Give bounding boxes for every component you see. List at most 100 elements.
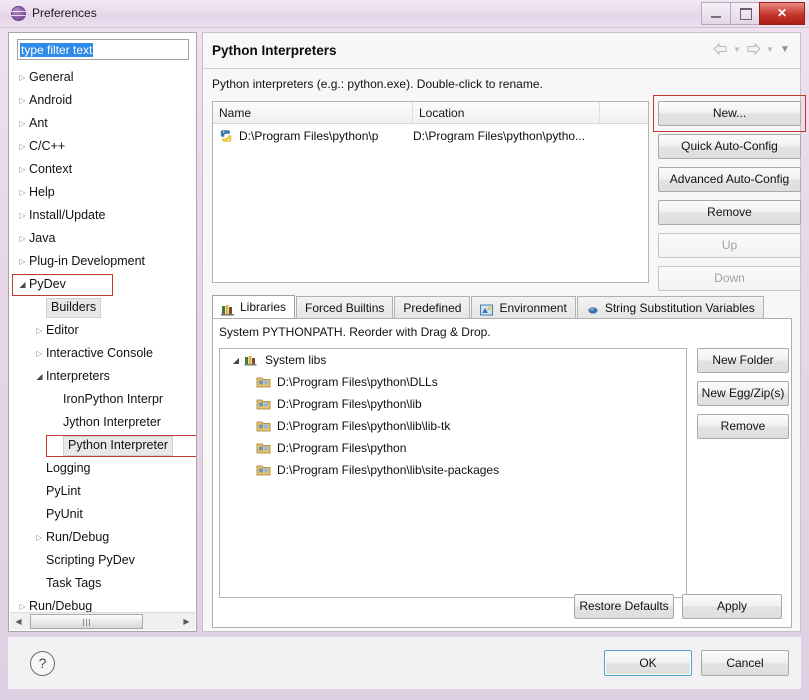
column-header-extra[interactable]	[600, 102, 648, 124]
library-path-item[interactable]: D:\Program Files\python\DLLs	[220, 371, 686, 393]
button-remove[interactable]: Remove	[697, 414, 789, 439]
chevron-down-icon[interactable]: ◢	[33, 365, 46, 388]
close-button[interactable]: ✕	[759, 2, 805, 25]
button-restore-defaults[interactable]: Restore Defaults	[574, 594, 674, 619]
sidebar-item-install-update[interactable]: ▷ Install/Update	[9, 204, 196, 227]
sidebar-horizontal-scrollbar[interactable]: ◀ ▶	[10, 612, 195, 630]
sidebar-item-ant[interactable]: ▷ Ant	[9, 112, 196, 135]
sidebar-item-interpreters[interactable]: ◢ Interpreters	[9, 365, 196, 388]
back-dropdown-icon[interactable]: ▼	[732, 41, 742, 57]
sidebar-item-python-interpreter[interactable]: Python Interpreter	[9, 434, 196, 457]
button-new-egg-zip-s[interactable]: New Egg/Zip(s)	[697, 381, 789, 406]
tab-forced-builtins[interactable]: Forced Builtins	[296, 296, 394, 319]
folder-lib-icon	[256, 440, 272, 454]
maximize-button[interactable]	[730, 2, 760, 25]
sidebar-item-plug-in-development[interactable]: ▷ Plug-in Development	[9, 250, 196, 273]
sidebar-item-scripting-pydev[interactable]: Scripting PyDev	[9, 549, 196, 572]
libraries-tree[interactable]: ◢ System libs D:\Program Files\python\DLLs…	[219, 348, 687, 598]
chevron-right-icon[interactable]: ▷	[33, 342, 46, 365]
sidebar-item-java[interactable]: ▷ Java	[9, 227, 196, 250]
library-path-item[interactable]: D:\Program Files\python\lib\lib-tk	[220, 415, 686, 437]
chevron-down-icon[interactable]: ◢	[228, 350, 244, 372]
sidebar-item-pylint[interactable]: PyLint	[9, 480, 196, 503]
chevron-right-icon[interactable]: ▷	[16, 250, 29, 273]
interpreters-table[interactable]: Name Location D:\Program Files\python\p	[212, 101, 649, 283]
sidebar-item-label: Plug-in Development	[29, 254, 146, 269]
button-ok[interactable]: OK	[604, 650, 692, 676]
button-new[interactable]: New...	[658, 101, 801, 126]
chevron-right-icon[interactable]: ▷	[16, 158, 29, 181]
column-header-name[interactable]: Name	[213, 102, 413, 124]
sidebar-item-task-tags[interactable]: Task Tags	[9, 572, 196, 595]
footer-actions: OK Cancel	[604, 650, 789, 676]
sidebar-item-ironpython-interpr[interactable]: IronPython Interpr	[9, 388, 196, 411]
chevron-right-icon[interactable]: ▷	[16, 89, 29, 112]
page-title: Python Interpreters	[212, 43, 337, 58]
libraries-icon	[221, 301, 235, 316]
sidebar-item-interactive-console[interactable]: ▷ Interactive Console	[9, 342, 196, 365]
sidebar-item-label: Help	[29, 185, 55, 200]
library-path-item[interactable]: D:\Program Files\python\lib\site-package…	[220, 459, 686, 481]
chevron-right-icon[interactable]: ▷	[16, 112, 29, 135]
sidebar-item-pyunit[interactable]: PyUnit	[9, 503, 196, 526]
tab-string-substitution-variables[interactable]: String Substitution Variables	[576, 296, 764, 319]
button-down: Down	[658, 266, 801, 291]
back-arrow-icon[interactable]	[712, 41, 729, 57]
tab-label: Forced Builtins	[305, 301, 385, 315]
minimize-button[interactable]	[701, 2, 731, 25]
preferences-tree[interactable]: ▷ General ▷ Android ▷ Ant ▷ C/C++ ▷ Context ▷ Help ▷…	[9, 66, 196, 621]
chevron-right-icon[interactable]: ▷	[16, 204, 29, 227]
chevron-right-icon[interactable]: ▷	[33, 319, 46, 342]
tab-predefined[interactable]: Predefined	[394, 296, 471, 319]
library-path-item[interactable]: D:\Program Files\python\lib	[220, 393, 686, 415]
tab-label: String Substitution Variables	[604, 301, 755, 315]
table-row[interactable]: D:\Program Files\python\p D:\Program Fil…	[213, 125, 648, 147]
button-quick-auto-config[interactable]: Quick Auto-Config	[658, 134, 801, 159]
preferences-dialog: Preferences ✕ type filter text ▷ General ▷…	[0, 0, 809, 700]
forward-dropdown-icon[interactable]: ▼	[765, 41, 775, 57]
button-remove[interactable]: Remove	[658, 200, 801, 225]
column-header-location[interactable]: Location	[413, 102, 600, 124]
chevron-right-icon[interactable]: ▷	[16, 227, 29, 250]
sidebar-item-android[interactable]: ▷ Android	[9, 89, 196, 112]
forward-arrow-icon[interactable]	[745, 41, 762, 57]
chevron-right-icon[interactable]: ▷	[16, 135, 29, 158]
chevron-right-icon[interactable]: ▷	[16, 66, 29, 89]
button-apply[interactable]: Apply	[682, 594, 782, 619]
cell-name: D:\Program Files\python\p	[239, 129, 379, 143]
sidebar-item-jython-interpreter[interactable]: Jython Interpreter	[9, 411, 196, 434]
sidebar-item-run-debug[interactable]: ▷ Run/Debug	[9, 526, 196, 549]
scroll-thumb[interactable]	[30, 614, 143, 629]
sidebar-item-pydev[interactable]: ◢ PyDev	[9, 273, 196, 296]
help-icon[interactable]: ?	[30, 651, 55, 676]
sidebar-item-general[interactable]: ▷ General	[9, 66, 196, 89]
chevron-right-icon[interactable]: ▷	[16, 181, 29, 204]
detail-tabs[interactable]: Libraries Forced Builtins Predefined Enviro…	[212, 295, 792, 319]
chevron-right-icon[interactable]: ▷	[33, 526, 46, 549]
filter-input[interactable]: type filter text	[17, 39, 189, 60]
sidebar-item-label: PyLint	[46, 484, 81, 499]
sidebar-item-builders[interactable]: Builders	[9, 296, 196, 319]
sidebar-item-label: Python Interpreter	[63, 435, 174, 456]
scroll-right-icon[interactable]: ▶	[178, 613, 195, 630]
library-root-item[interactable]: ◢ System libs	[220, 349, 686, 371]
sidebar-item-help[interactable]: ▷ Help	[9, 181, 196, 204]
sidebar-item-context[interactable]: ▷ Context	[9, 158, 196, 181]
library-path-item[interactable]: D:\Program Files\python	[220, 437, 686, 459]
page-description: Python interpreters (e.g.: python.exe). …	[212, 77, 543, 91]
tab-environment[interactable]: Environment	[471, 296, 576, 319]
sidebar-item-logging[interactable]: Logging	[9, 457, 196, 480]
chevron-down-icon[interactable]: ◢	[16, 273, 29, 296]
sidebar-item-label: PyDev	[29, 277, 66, 292]
sidebar-item-c-c[interactable]: ▷ C/C++	[9, 135, 196, 158]
view-menu-icon[interactable]: ▼	[778, 41, 792, 57]
scroll-left-icon[interactable]: ◀	[10, 613, 27, 630]
button-cancel[interactable]: Cancel	[701, 650, 789, 676]
button-up: Up	[658, 233, 801, 258]
tab-libraries[interactable]: Libraries	[212, 295, 296, 319]
sidebar-item-editor[interactable]: ▷ Editor	[9, 319, 196, 342]
button-advanced-auto-config[interactable]: Advanced Auto-Config	[658, 167, 801, 192]
sidebar-item-label: General	[29, 70, 74, 85]
button-new-folder[interactable]: New Folder	[697, 348, 789, 373]
